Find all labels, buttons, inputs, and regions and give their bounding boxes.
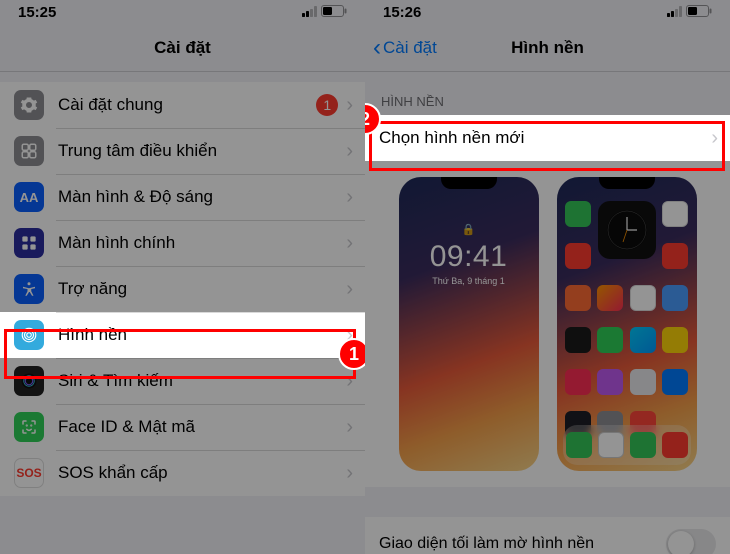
back-label: Cài đặt	[383, 38, 437, 58]
faceid-icon	[14, 412, 44, 442]
row-accessibility[interactable]: Trợ năng ›	[0, 266, 365, 312]
status-time: 15:26	[383, 4, 421, 21]
row-label: Màn hình & Độ sáng	[58, 187, 346, 207]
row-sos[interactable]: SOS SOS khẩn cấp ›	[0, 450, 365, 496]
row-label: Hình nền	[58, 325, 346, 345]
row-label: SOS khẩn cấp	[58, 463, 346, 483]
home-app-grid	[565, 201, 689, 421]
settings-screen-left: 15:25 Cài đặt Cài đặt chung 1 › Trung tâ…	[0, 0, 365, 554]
status-time: 15:25	[18, 4, 56, 21]
row-label: Chọn hình nền mới	[379, 128, 711, 148]
notification-badge: 1	[316, 94, 338, 116]
row-label: Cài đặt chung	[58, 95, 316, 115]
settings-list: Cài đặt chung 1 › Trung tâm điều khiển ›…	[0, 82, 365, 496]
dock	[563, 425, 691, 465]
battery-icon	[321, 4, 347, 21]
row-label: Siri & Tìm kiếm	[58, 371, 346, 391]
row-label: Trung tâm điều khiển	[58, 141, 346, 161]
status-bar: 15:26	[365, 0, 730, 24]
chevron-right-icon: ›	[346, 370, 353, 393]
toggle-label: Giao diện tối làm mờ hình nền	[379, 535, 594, 553]
notch	[599, 177, 655, 189]
row-label: Trợ năng	[58, 279, 346, 299]
row-general[interactable]: Cài đặt chung 1 ›	[0, 82, 365, 128]
wallpaper-screen-right: 15:26 ‹ Cài đặt Hình nền HÌNH NỀN Chọn h…	[365, 0, 730, 554]
page-title: Cài đặt	[154, 38, 211, 58]
chevron-right-icon: ›	[346, 140, 353, 163]
row-home-screen[interactable]: Màn hình chính ›	[0, 220, 365, 266]
chevron-right-icon: ›	[346, 278, 353, 301]
control-center-icon	[14, 136, 44, 166]
section-header: HÌNH NỀN	[365, 72, 730, 115]
chevron-right-icon: ›	[346, 462, 353, 485]
home-screen-preview[interactable]	[557, 177, 697, 471]
lock-screen-preview[interactable]: 🔒 09:41 Thứ Ba, 9 tháng 1	[399, 177, 539, 471]
signal-icon	[667, 4, 683, 21]
notch	[441, 177, 497, 189]
wallpaper-icon	[14, 320, 44, 350]
row-wallpaper[interactable]: Hình nền ›	[0, 312, 365, 358]
chevron-right-icon: ›	[346, 232, 353, 255]
lock-date: Thứ Ba, 9 tháng 1	[399, 276, 539, 286]
row-choose-new-wallpaper[interactable]: Chọn hình nền mới ›	[365, 115, 730, 161]
chevron-right-icon: ›	[346, 416, 353, 439]
lock-icon: 🔒	[399, 223, 539, 236]
row-dark-dim-wallpaper: Giao diện tối làm mờ hình nền	[365, 517, 730, 554]
callout-badge-1: 1	[338, 338, 365, 370]
nav-bar: ‹ Cài đặt Hình nền	[365, 24, 730, 72]
chevron-right-icon: ›	[346, 94, 353, 117]
accessibility-icon	[14, 274, 44, 304]
gear-icon	[14, 90, 44, 120]
row-label: Màn hình chính	[58, 233, 346, 253]
row-label: Face ID & Mật mã	[58, 417, 346, 437]
text-size-icon: AA	[14, 182, 44, 212]
chevron-right-icon: ›	[346, 186, 353, 209]
dark-dim-switch[interactable]	[666, 529, 716, 554]
wallpaper-preview-area: 🔒 09:41 Thứ Ba, 9 tháng 1	[365, 161, 730, 487]
siri-icon	[14, 366, 44, 396]
chevron-left-icon: ‹	[373, 36, 381, 60]
nav-bar: Cài đặt	[0, 24, 365, 72]
row-display[interactable]: AA Màn hình & Độ sáng ›	[0, 174, 365, 220]
row-control-center[interactable]: Trung tâm điều khiển ›	[0, 128, 365, 174]
chevron-right-icon: ›	[711, 127, 718, 150]
page-title: Hình nền	[511, 38, 584, 58]
status-bar: 15:25	[0, 0, 365, 24]
row-faceid[interactable]: Face ID & Mật mã ›	[0, 404, 365, 450]
lock-time: 09:41	[399, 240, 539, 274]
back-button[interactable]: ‹ Cài đặt	[373, 36, 437, 60]
battery-icon	[686, 4, 712, 21]
sos-icon: SOS	[14, 458, 44, 488]
home-grid-icon	[14, 228, 44, 258]
signal-icon	[302, 4, 318, 21]
row-siri[interactable]: Siri & Tìm kiếm ›	[0, 358, 365, 404]
